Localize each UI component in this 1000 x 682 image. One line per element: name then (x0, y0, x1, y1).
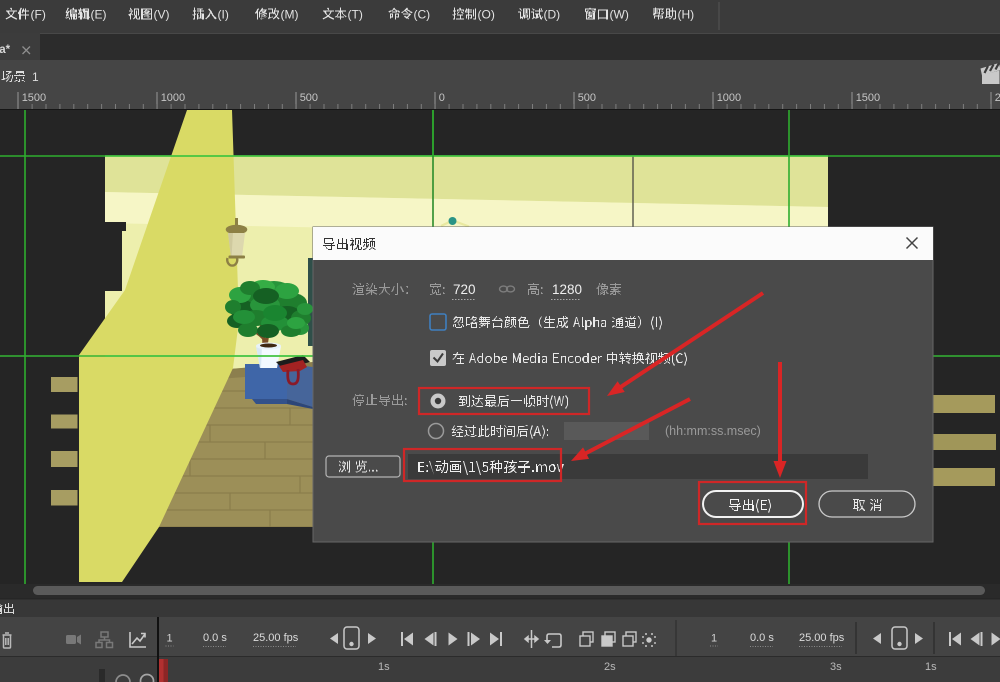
svg-text:(F): (F) (31, 8, 46, 22)
svg-text:2: 2 (995, 92, 1000, 104)
svg-text:la*: la* (0, 44, 11, 56)
svg-text:(D): (D) (544, 8, 561, 22)
svg-text:(T): (T) (348, 8, 363, 22)
svg-text:(H): (H) (678, 8, 695, 22)
svg-text:1: 1 (167, 633, 173, 645)
svg-text:(V): (V) (154, 8, 170, 22)
svg-text:720: 720 (453, 282, 476, 297)
svg-text:(O): (O) (478, 8, 495, 22)
svg-text:25.00 fps: 25.00 fps (799, 632, 845, 644)
svg-text:1s: 1s (925, 661, 937, 673)
svg-text:1500: 1500 (856, 92, 880, 104)
svg-text:(C): (C) (414, 8, 431, 22)
svg-text:(W): (W) (610, 8, 629, 22)
svg-text:1: 1 (32, 70, 39, 84)
svg-text:2s: 2s (604, 661, 616, 673)
svg-text:1000: 1000 (161, 92, 185, 104)
svg-text:1500: 1500 (22, 92, 46, 104)
svg-text:(hh:mm:ss.msec): (hh:mm:ss.msec) (665, 424, 761, 438)
svg-text:(I): (I) (218, 8, 229, 22)
svg-text:0.0 s: 0.0 s (203, 632, 227, 644)
svg-text:1000: 1000 (717, 92, 741, 104)
svg-text:0.0 s: 0.0 s (750, 632, 774, 644)
svg-text:3s: 3s (830, 661, 842, 673)
svg-text:(E): (E) (91, 8, 107, 22)
svg-text:1: 1 (711, 633, 717, 645)
svg-text:500: 500 (300, 92, 318, 104)
svg-text:1280: 1280 (552, 282, 582, 297)
svg-text:0: 0 (439, 92, 445, 104)
svg-text:(M): (M) (281, 8, 299, 22)
svg-text:1s: 1s (378, 661, 390, 673)
svg-text:500: 500 (578, 92, 596, 104)
svg-text:25.00 fps: 25.00 fps (253, 632, 299, 644)
